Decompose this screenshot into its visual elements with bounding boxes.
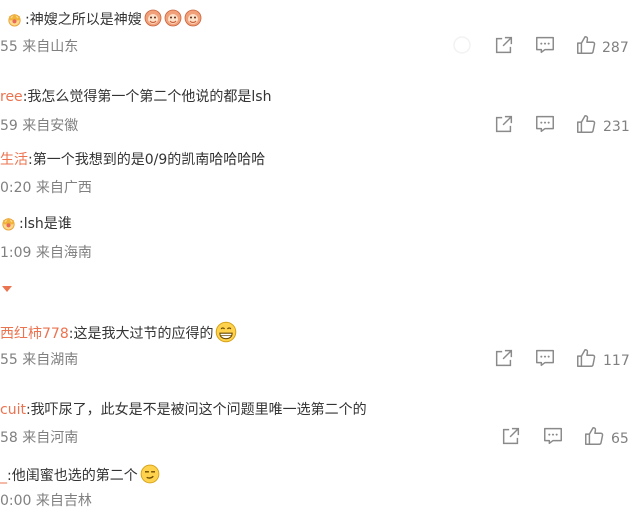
monkey-emoji-icon <box>164 9 182 27</box>
comment-4-meta: 1:09 来自海南 <box>0 245 92 261</box>
comment-4-text-line: :lsh是谁 <box>0 214 72 234</box>
comment-5-text: :这是我大过节的应得的 <box>68 326 214 342</box>
comment-3-meta: 0:20 来自广西 <box>0 180 92 196</box>
share-icon[interactable] <box>500 425 522 447</box>
comment-1-meta: 55 来自山东 <box>0 39 79 55</box>
share-icon[interactable] <box>493 347 515 369</box>
comment-2-text-line: ree:我怎么觉得第一个第二个他说的都是lsh <box>0 87 271 107</box>
comment-7-text: :他闺蜜也选的第二个 <box>7 468 138 484</box>
comment-icon[interactable] <box>534 347 556 369</box>
like-count: 287 <box>602 40 629 56</box>
comment-7-text-line: _:他闺蜜也选的第二个 <box>0 464 160 486</box>
thumbs-up-icon[interactable] <box>575 34 597 56</box>
comment-4-text: :lsh是谁 <box>19 216 72 232</box>
comment-1-text-line: :神嫂之所以是神嫂 <box>6 9 202 30</box>
faint-circle-icon <box>453 36 471 54</box>
smirk-emoji-icon <box>140 464 160 484</box>
crown-badge-icon <box>0 214 17 231</box>
share-icon[interactable] <box>493 113 515 135</box>
like-count: 231 <box>603 119 630 135</box>
comment-1-text: :神嫂之所以是神嫂 <box>25 12 142 28</box>
thumbs-up-icon[interactable] <box>583 425 605 447</box>
comment-2-text: :我怎么觉得第一个第二个他说的都是lsh <box>22 89 272 105</box>
comment-5-author[interactable]: 西红柿778 <box>0 326 69 342</box>
monkey-emoji-icon <box>184 9 202 27</box>
like-count: 117 <box>603 353 630 369</box>
comment-6-text: :我吓尿了，此女是不是被问这个问题里唯一选第二个的 <box>25 402 367 418</box>
like-count: 65 <box>611 431 629 447</box>
comment-3-text: :第一个我想到的是0/9的凯南哈哈哈哈 <box>28 152 266 168</box>
share-icon[interactable] <box>493 34 515 56</box>
expand-replies-arrow-icon[interactable] <box>2 286 12 292</box>
grinning-emoji-icon <box>215 321 237 343</box>
comment-6-text-line: cuit:我吓尿了，此女是不是被问这个问题里唯一选第二个的 <box>0 400 367 420</box>
comment-6-meta: 58 来自河南 <box>0 430 79 446</box>
comment-3-author[interactable]: 生活 <box>0 152 28 168</box>
comment-icon[interactable] <box>534 34 556 56</box>
crown-badge-icon <box>6 10 23 27</box>
comment-icon[interactable] <box>534 113 556 135</box>
comment-5-text-line: 西红柿778:这是我大过节的应得的 <box>0 321 237 344</box>
thumbs-up-icon[interactable] <box>575 347 597 369</box>
comment-2-author[interactable]: ree <box>0 89 23 105</box>
comment-7-meta: 0:00 来自吉林 <box>0 493 92 509</box>
thumbs-up-icon[interactable] <box>575 113 597 135</box>
comment-3-text-line: 生活:第一个我想到的是0/9的凯南哈哈哈哈 <box>0 150 265 170</box>
comment-5-meta: 55 来自湖南 <box>0 352 79 368</box>
comment-2-meta: 59 来自安徽 <box>0 118 79 134</box>
monkey-emoji-icon <box>144 9 162 27</box>
comment-7-author[interactable]: _ <box>0 468 7 484</box>
comment-icon[interactable] <box>542 425 564 447</box>
comment-6-author[interactable]: cuit <box>0 402 26 418</box>
